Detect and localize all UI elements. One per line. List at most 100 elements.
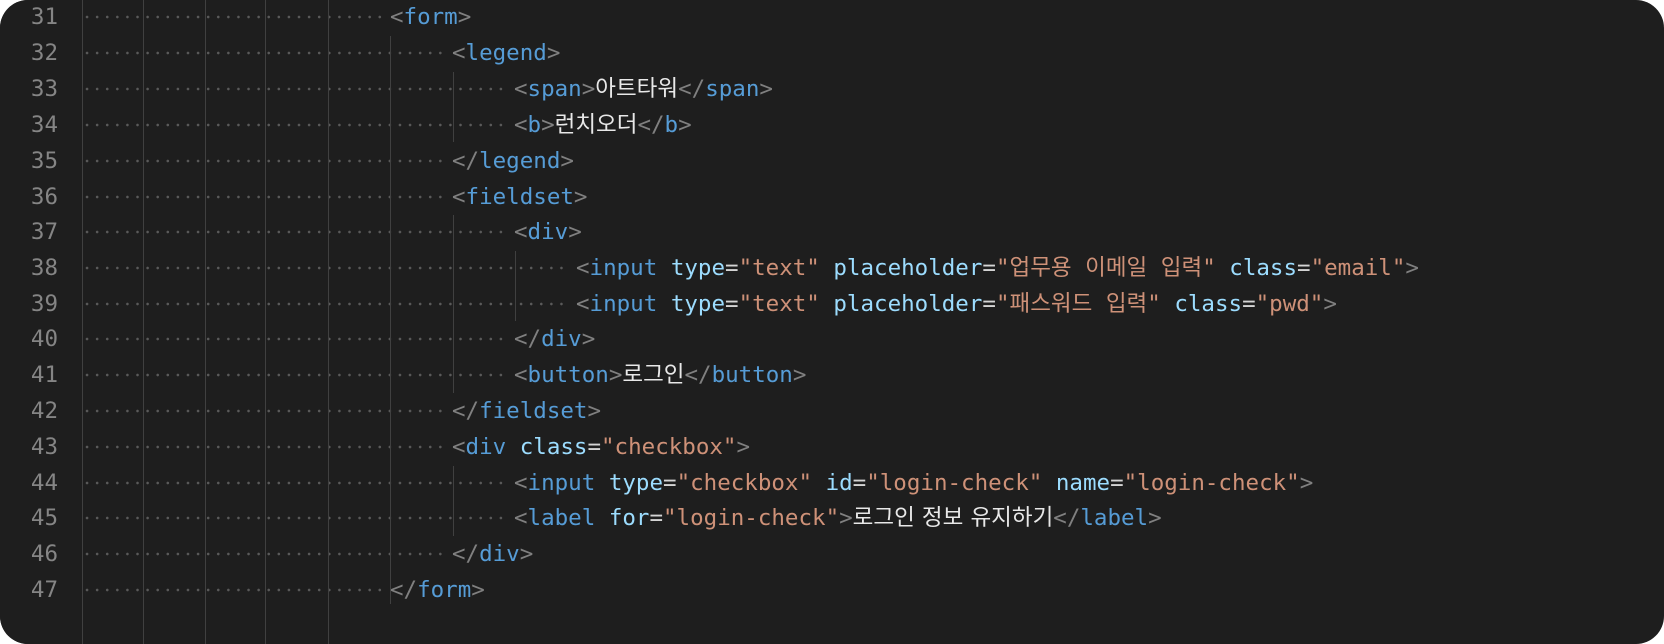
bracket: < (390, 4, 404, 30)
bracket: < (452, 434, 466, 460)
bracket: </ (1053, 505, 1081, 531)
bracket: > (546, 40, 561, 66)
attribute-value: "login-check" (1123, 470, 1300, 496)
code-line[interactable]: <fieldset> (452, 178, 587, 216)
indent-guide (205, 0, 206, 644)
code-line[interactable]: </div> (452, 535, 533, 573)
indent-guide (453, 466, 454, 536)
attribute-name: type (670, 255, 726, 281)
attribute-value: "email" (1310, 255, 1406, 281)
equals-sign: = (663, 470, 677, 496)
attribute-name: class (519, 434, 588, 460)
bracket: < (514, 362, 528, 388)
attribute-value: "checkbox" (601, 434, 737, 460)
equals-sign: = (982, 255, 996, 281)
whitespace-markers (82, 106, 504, 144)
line-number: 32 (30, 40, 58, 66)
equals-sign: = (1242, 291, 1256, 317)
bracket: > (541, 112, 555, 138)
attribute-name: class (1174, 291, 1243, 317)
indent-guide (453, 72, 454, 142)
tag-name: span (527, 76, 582, 102)
bracket: < (514, 112, 528, 138)
tag-name: input (527, 470, 596, 496)
code-line[interactable]: </fieldset> (452, 392, 601, 430)
tag-name: fieldset (479, 398, 588, 424)
bracket: > (1148, 505, 1162, 531)
bracket: > (1323, 291, 1337, 317)
attribute-name: name (1055, 470, 1111, 496)
code-line[interactable]: <div class="checkbox"> (452, 428, 750, 466)
equals-sign: = (852, 470, 867, 496)
line-number: 41 (30, 362, 58, 388)
tag-name: div (527, 219, 569, 245)
line-number: 44 (30, 470, 58, 496)
text-content: 아트타워 (595, 76, 679, 102)
code-line[interactable]: <input type="checkbox" id="login-check" … (514, 464, 1313, 502)
attribute-name: placeholder (833, 255, 983, 281)
text-content: 로그인 (622, 362, 685, 388)
attribute-name: for (608, 505, 650, 531)
indent-guide (265, 0, 266, 644)
bracket: > (608, 362, 623, 388)
attribute-value: "업무용 이메일 입력" (995, 255, 1216, 281)
bracket: < (514, 76, 528, 102)
bracket: > (678, 112, 692, 138)
line-number: 39 (30, 291, 58, 317)
attribute-value: "text" (738, 291, 820, 317)
whitespace-markers (82, 249, 566, 287)
indent-guide (515, 251, 516, 321)
code-line[interactable]: <legend> (452, 34, 560, 72)
line-number: 40 (30, 326, 58, 352)
whitespace-markers (82, 285, 566, 323)
code-line[interactable]: <input type="text" placeholder="패스워드 입력"… (576, 285, 1337, 323)
text-content: 런치오더 (554, 112, 638, 138)
code-line[interactable]: </div> (514, 320, 595, 358)
tag-name: fieldset (465, 184, 574, 210)
code-line[interactable]: </form> (390, 571, 485, 609)
whitespace-markers (82, 0, 382, 36)
bracket: </ (514, 326, 542, 352)
code-line[interactable]: <span>아트타워</span> (514, 70, 773, 108)
whitespace-markers (82, 70, 504, 108)
line-number: 38 (30, 255, 58, 281)
attribute-name: type (608, 470, 664, 496)
attribute-value: "패스워드 입력" (995, 291, 1161, 317)
bracket: > (1299, 470, 1314, 496)
equals-sign: = (982, 291, 996, 317)
attribute-name: id (825, 470, 853, 496)
indent-guide (328, 0, 329, 644)
bracket: </ (390, 577, 418, 603)
tag-name: div (479, 541, 520, 567)
line-number: 34 (30, 112, 58, 138)
line-number: 46 (30, 541, 58, 567)
code-line[interactable]: <div> (514, 213, 582, 251)
whitespace-markers (82, 499, 504, 537)
code-line[interactable]: <label for="login-check">로그인 정보 유지하기</la… (514, 499, 1162, 537)
bracket: < (452, 40, 466, 66)
attribute-value: "text" (738, 255, 820, 281)
bracket: > (587, 398, 602, 424)
code-line[interactable]: <b>런치오더</b> (514, 106, 692, 144)
bracket: </ (678, 76, 706, 102)
bracket: > (736, 434, 751, 460)
code-line[interactable]: </legend> (452, 142, 574, 180)
tag-name: input (589, 291, 658, 317)
bracket: > (568, 219, 582, 245)
code-line[interactable]: <button>로그인</button> (514, 356, 806, 394)
bracket: > (792, 362, 807, 388)
code-line[interactable]: <input type="text" placeholder="업무용 이메일 … (576, 249, 1419, 287)
whitespace-markers (82, 356, 504, 394)
tag-name: label (527, 505, 596, 531)
bracket: > (457, 4, 472, 30)
code-line[interactable]: <form> (390, 0, 471, 36)
whitespace-markers (82, 320, 504, 358)
bracket: > (839, 505, 853, 531)
bracket: < (576, 291, 590, 317)
code-editor[interactable]: 31 32 33 34 35 36 37 38 39 40 41 42 43 4… (0, 0, 1664, 644)
bracket: > (573, 184, 588, 210)
line-number: 33 (30, 76, 58, 102)
bracket: > (1405, 255, 1419, 281)
equals-sign: = (725, 291, 739, 317)
bracket: < (452, 184, 466, 210)
